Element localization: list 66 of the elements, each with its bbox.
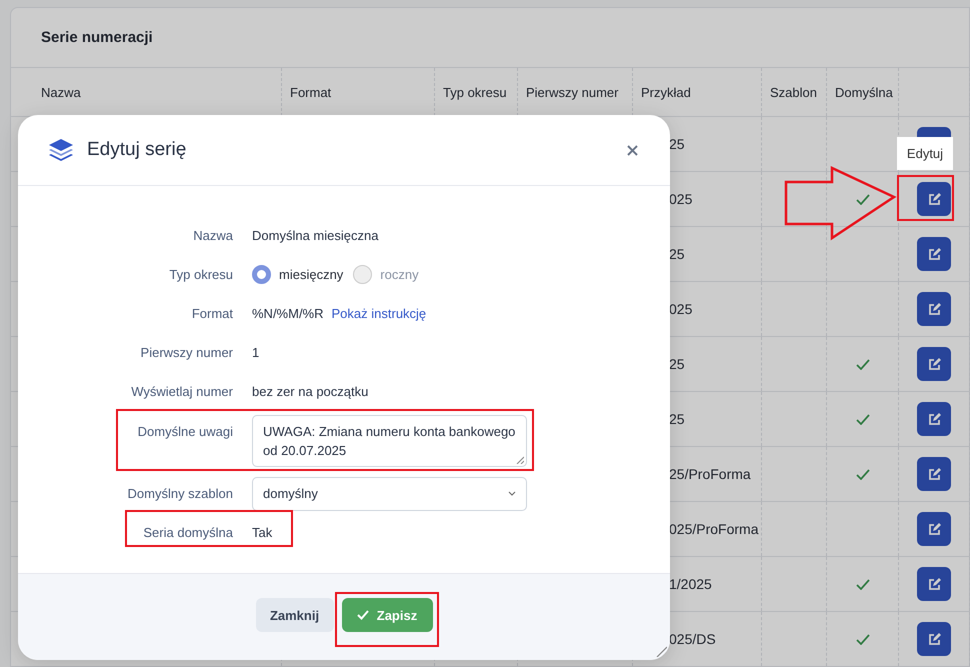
edit-button[interactable] — [917, 347, 951, 381]
table-cell: 1/2025 — [669, 576, 712, 592]
close-button[interactable]: Zamknij — [256, 598, 334, 632]
radio-option[interactable]: miesięczny — [252, 265, 344, 284]
resize-grip-icon — [656, 646, 667, 657]
edit-button[interactable] — [917, 622, 951, 656]
edit-icon — [928, 248, 940, 260]
field-value: %N/%M/%R — [252, 306, 324, 321]
check-icon — [356, 610, 369, 620]
column-header: Pierwszy numer — [526, 84, 618, 100]
field-label: Pierwszy numer — [140, 345, 233, 360]
field-label: Typ okresu — [168, 267, 233, 282]
chevron-icon — [508, 491, 516, 496]
edit-button[interactable] — [917, 567, 951, 601]
table-cell: 025 — [669, 191, 692, 207]
column-header: Nazwa — [41, 84, 81, 100]
table-cell: 25 — [669, 356, 685, 372]
table-cell: 025/ProForma — [669, 521, 758, 537]
dialog-title: Edytuj serię — [87, 139, 188, 161]
instructions-link[interactable]: Pokaż instrukcję — [332, 306, 426, 321]
field-value: Domyślna miesięczna — [252, 228, 378, 243]
field-label: Format — [190, 306, 233, 321]
edit-button[interactable] — [917, 292, 951, 326]
edit-icon — [928, 192, 940, 206]
edit-icon — [928, 468, 940, 480]
card-title: Serie numeracji — [41, 29, 153, 46]
edit-icon — [928, 412, 940, 426]
table-cell: 25/ProForma — [669, 466, 751, 482]
edit-button[interactable] — [917, 237, 951, 271]
field-value: 1 — [252, 345, 260, 360]
resize-grip-icon — [516, 456, 524, 464]
column-header: Przykład — [641, 84, 691, 100]
edit-button[interactable] — [917, 512, 951, 546]
field-label: Domyślny szablon — [126, 486, 233, 501]
close-button[interactable] — [625, 142, 640, 158]
edit-button[interactable] — [917, 457, 951, 491]
table-cell: 25 — [669, 136, 685, 152]
field-label: Wyświetlaj numer — [130, 384, 233, 399]
field-value: Tak — [252, 525, 272, 540]
highlight-frame — [897, 175, 954, 221]
column-header: Format — [290, 84, 332, 100]
layers-icon — [48, 138, 74, 162]
table-cell: 025/DS — [669, 631, 716, 647]
column-header: Typ okresu — [443, 84, 507, 100]
edit-button[interactable] — [917, 182, 951, 216]
edit-icon — [928, 632, 940, 646]
table-cell: 025 — [669, 301, 692, 317]
field-label: Seria domyślna — [142, 525, 233, 540]
close-icon — [627, 144, 638, 156]
edit-icon — [928, 578, 940, 590]
radio-button[interactable] — [252, 265, 271, 284]
table-cell: 25 — [669, 246, 685, 262]
column-header: Szablon — [770, 84, 817, 100]
notes-field[interactable]: UWAGA: Zmiana numeru konta bankowego od 20.07.2025 — [252, 415, 527, 467]
edit-icon — [928, 522, 940, 536]
column-header: Domyślna — [835, 84, 893, 100]
table-cell: 25 — [669, 411, 685, 427]
template-dropdown[interactable]: domyślny — [252, 476, 527, 510]
field-value: bez zer na początku — [252, 384, 368, 399]
field-label: Nazwa — [192, 228, 233, 243]
field-label: Domyślne uwagi — [136, 423, 233, 439]
edit-icon — [928, 358, 940, 370]
radio-button[interactable] — [353, 265, 372, 284]
edit-icon — [928, 302, 940, 316]
tooltip: Edytuj — [897, 137, 953, 170]
edit-button[interactable] — [917, 402, 951, 436]
